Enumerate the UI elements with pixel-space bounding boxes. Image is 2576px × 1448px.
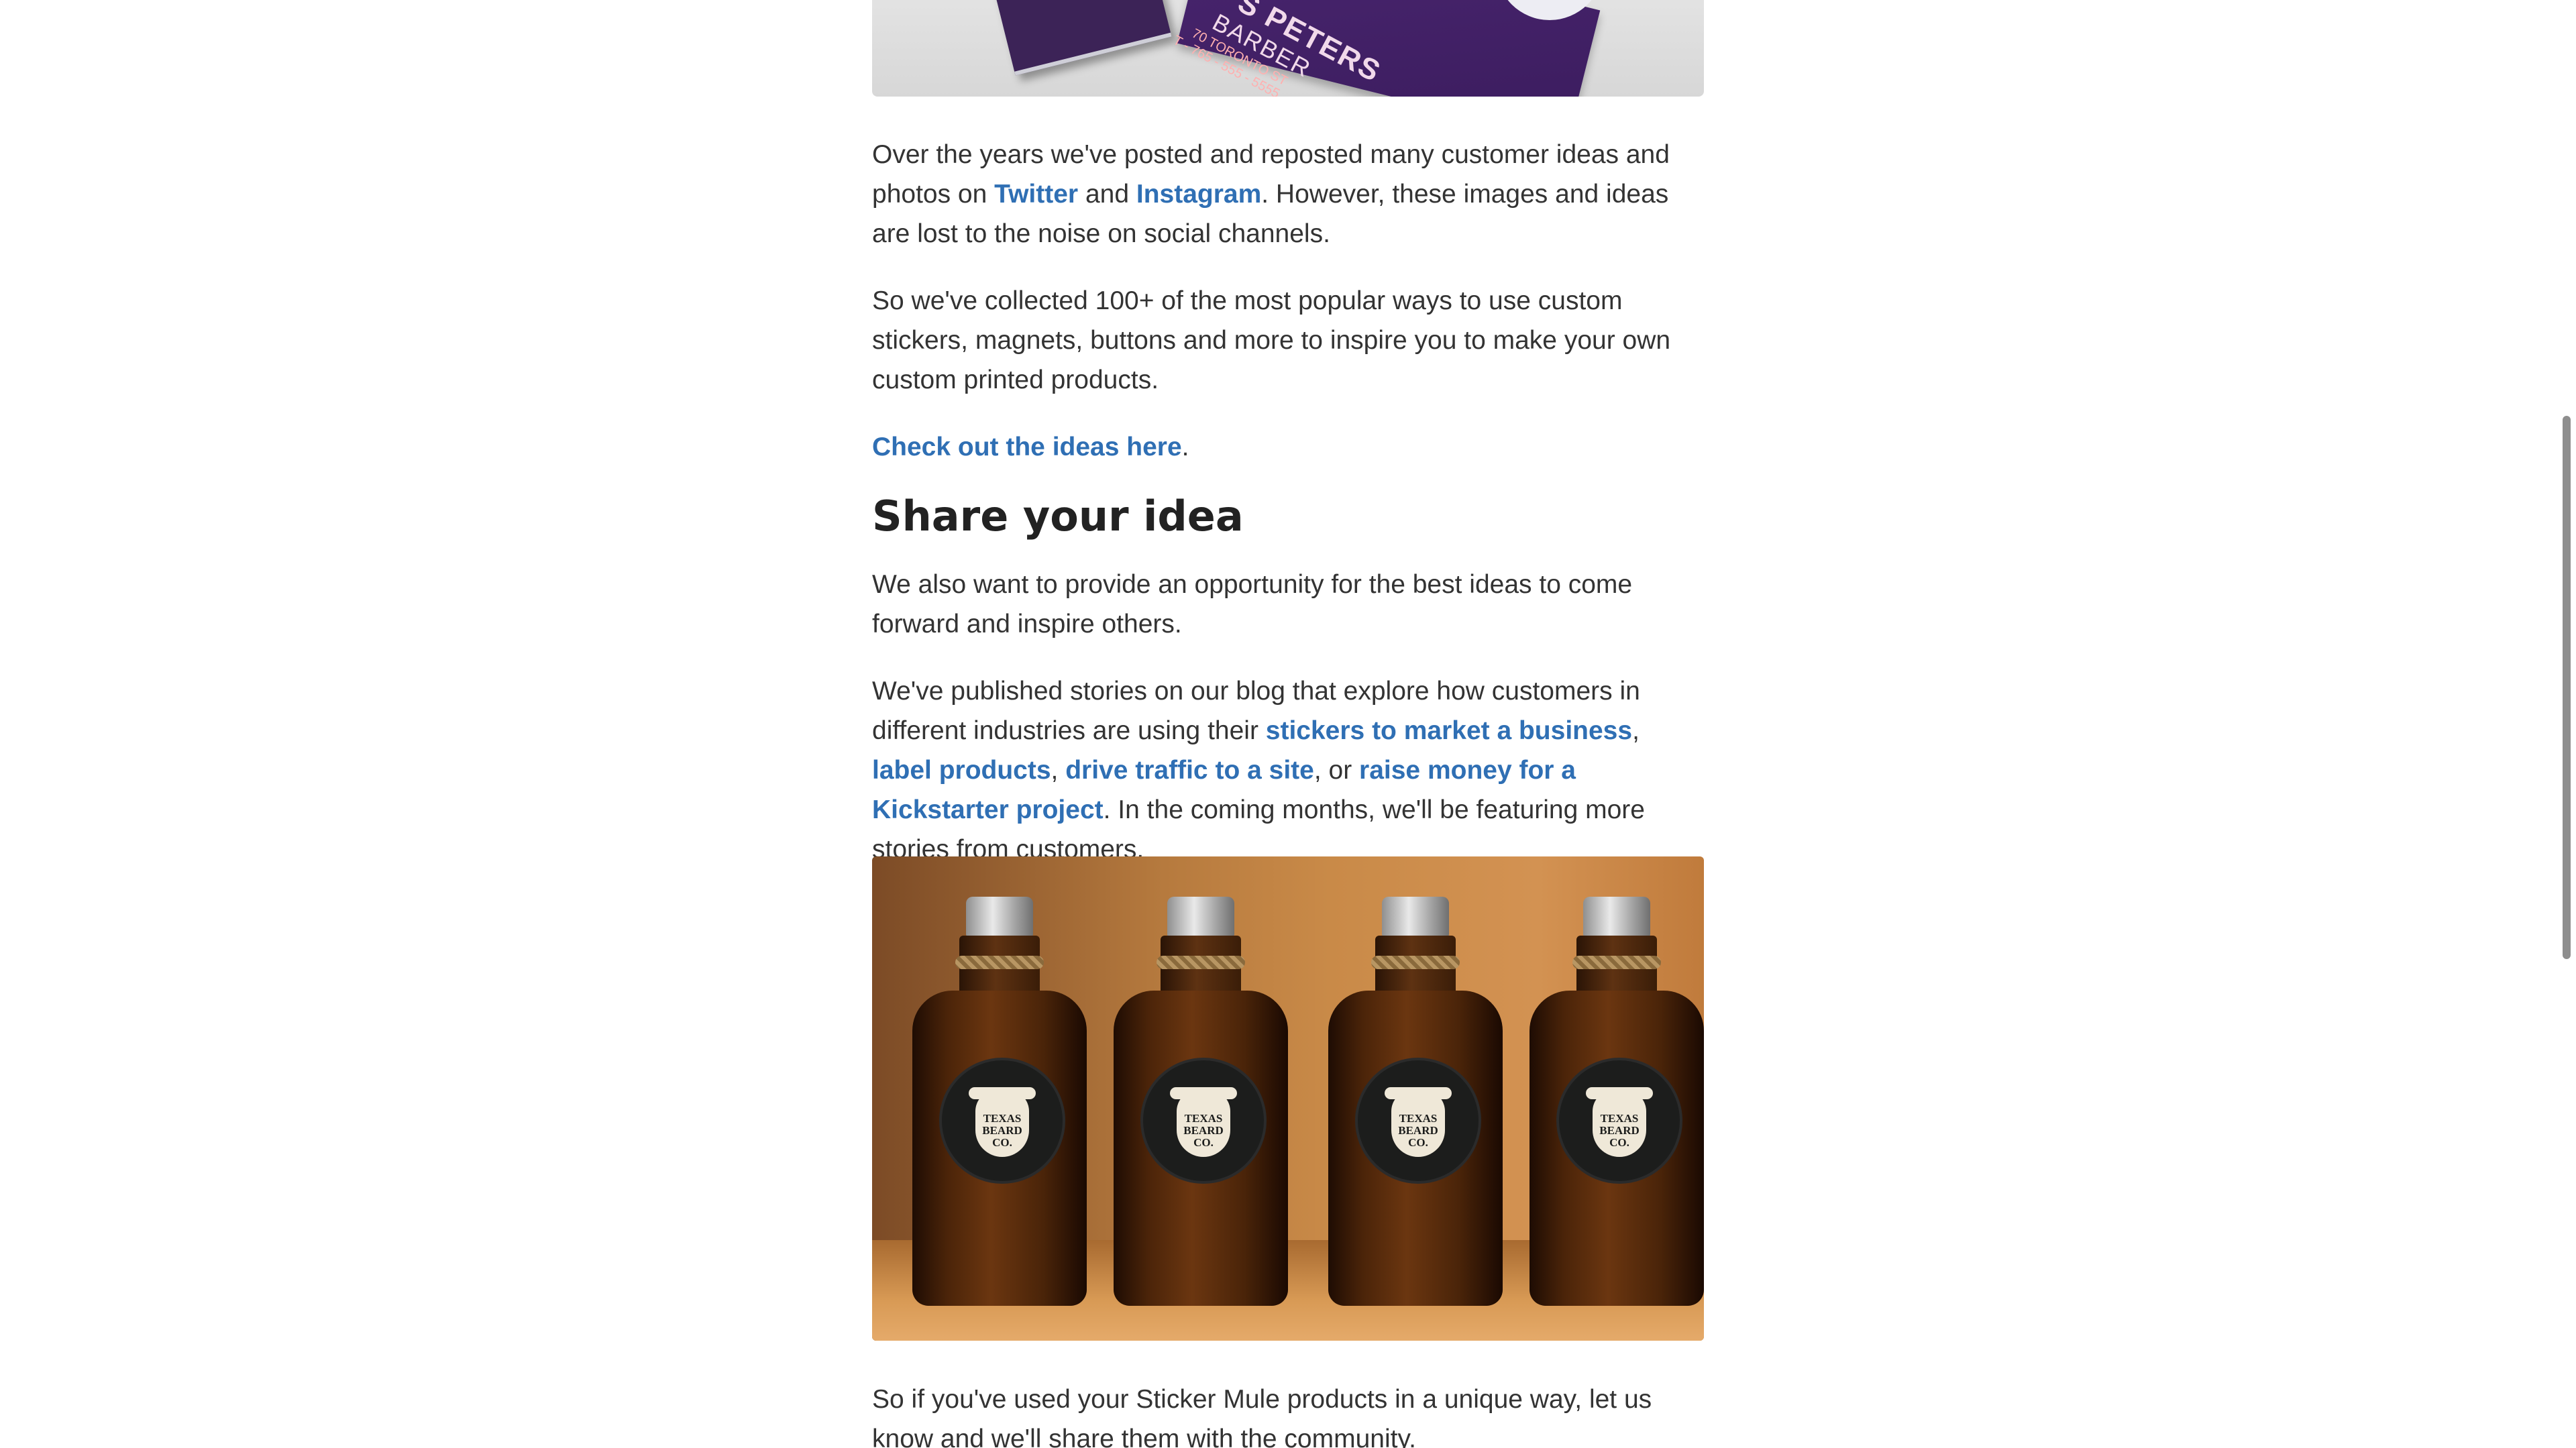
label-text-line: TEXAS (1399, 1112, 1438, 1125)
bottle-twine (1572, 956, 1661, 969)
market-business-link[interactable]: stickers to market a business (1266, 716, 1632, 745)
paragraph-stories: We've published stories on our blog that… (872, 671, 1704, 869)
beard-oil-bottles-image: TEXAS BEARD CO. TEXAS BEARD CO. TEXAS BE… (872, 856, 1704, 1341)
label-text: TEXAS BEARD CO. (1358, 1113, 1479, 1149)
paragraph-text: . (1181, 433, 1189, 461)
check-ideas-link[interactable]: Check out the ideas here (872, 433, 1182, 461)
label-text-line: BEARD (1183, 1124, 1224, 1137)
bottle-label: TEXAS BEARD CO. (1140, 1058, 1267, 1184)
label-text-line: BEARD (1398, 1124, 1438, 1137)
twitter-link[interactable]: Twitter (994, 180, 1078, 209)
bottle: TEXAS BEARD CO. (1114, 897, 1288, 1306)
label-text: TEXAS BEARD CO. (1559, 1113, 1680, 1149)
paragraph-text: , or (1313, 756, 1360, 785)
bottle-twine (1157, 956, 1245, 969)
bottle-label: TEXAS BEARD CO. (1556, 1058, 1682, 1184)
label-text: TEXAS BEARD CO. (942, 1113, 1063, 1149)
bottle-label: TEXAS BEARD CO. (1355, 1058, 1481, 1184)
paragraph-text: , (1632, 716, 1640, 745)
label-text-line: TEXAS (1184, 1112, 1223, 1125)
label-text-line: TEXAS (1600, 1112, 1639, 1125)
label-text-line: CO. (1408, 1136, 1428, 1149)
paragraph-share-call-to-action: So if you've used your Sticker Mule prod… (872, 1385, 1652, 1448)
paragraph-intro: Over the years we've posted and reposted… (872, 135, 1704, 254)
bottle-twine (955, 956, 1044, 969)
bottle-cap (1382, 897, 1449, 937)
section-heading-share-your-idea: Share your idea (872, 492, 1244, 541)
label-text-line: BEARD (1599, 1124, 1640, 1137)
label-products-link[interactable]: label products (872, 756, 1051, 785)
bottle-cap (1583, 897, 1650, 937)
bottle-cap (1167, 897, 1234, 937)
paragraph-check-ideas: Check out the ideas here. (872, 427, 1704, 467)
bottle-twine (1371, 956, 1460, 969)
page-scrollbar-thumb[interactable] (2563, 416, 2571, 959)
label-text-line: CO. (992, 1136, 1012, 1149)
bottle-label: TEXAS BEARD CO. (939, 1058, 1065, 1184)
bottle: TEXAS BEARD CO. (1529, 897, 1704, 1306)
bottle: TEXAS BEARD CO. (1328, 897, 1503, 1306)
drive-traffic-link[interactable]: drive traffic to a site (1065, 756, 1314, 785)
bottle: TEXAS BEARD CO. (912, 897, 1087, 1306)
business-card-image: S PETERS BARBER 70 TORONTO ST T - 765 - … (872, 0, 1704, 97)
paragraph-text: and (1078, 180, 1136, 209)
paragraph-text: , (1051, 756, 1066, 785)
instagram-link[interactable]: Instagram (1136, 180, 1261, 209)
paragraph-opportunity: We also want to provide an opportunity f… (872, 570, 1633, 638)
label-text-line: CO. (1609, 1136, 1629, 1149)
page: S PETERS BARBER 70 TORONTO ST T - 765 - … (0, 0, 2576, 1448)
label-text-line: BEARD (982, 1124, 1022, 1137)
label-text-line: TEXAS (983, 1112, 1022, 1125)
business-card-left (988, 0, 1172, 76)
label-text: TEXAS BEARD CO. (1143, 1113, 1264, 1149)
label-text-line: CO. (1193, 1136, 1214, 1149)
bottle-cap (966, 897, 1033, 937)
paragraph-collection: So we've collected 100+ of the most popu… (872, 286, 1671, 394)
